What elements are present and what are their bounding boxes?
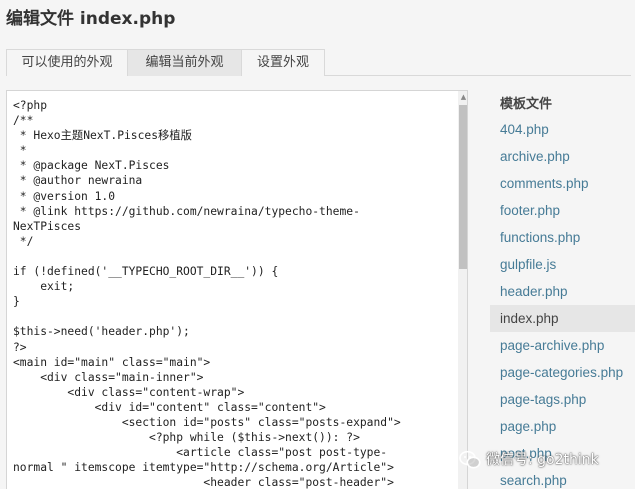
code-line: * @author newraina xyxy=(13,174,143,188)
code-line: <div class="content-wrap"> xyxy=(13,385,245,399)
code-line: ?> xyxy=(13,340,27,354)
code-line: exit; xyxy=(13,280,75,294)
template-files-sidebar: 模板文件 404.php archive.php comments.php foote… xyxy=(490,87,635,489)
code-line: */ xyxy=(13,234,34,248)
file-item-header-php[interactable]: header.php xyxy=(490,278,635,305)
file-item-page-php[interactable]: page.php xyxy=(490,413,635,440)
file-item-footer-php[interactable]: footer.php xyxy=(490,197,635,224)
file-item-functions-php[interactable]: functions.php xyxy=(490,224,635,251)
code-line: <section id="posts" class="posts-expand"… xyxy=(13,415,401,429)
code-line: <div class="main-inner"> xyxy=(13,370,204,384)
scroll-thumb[interactable] xyxy=(459,105,467,269)
theme-tabs: 可以使用的外观 编辑当前外观 设置外观 xyxy=(6,49,631,76)
file-item-archive-php[interactable]: archive.php xyxy=(490,143,635,170)
code-line: $this->need('header.php'); xyxy=(13,325,190,339)
code-editor[interactable]: <?php /** * Hexo主题NexT.Pisces移植版 * * @pac… xyxy=(6,90,468,489)
file-item-page-archive-php[interactable]: page-archive.php xyxy=(490,332,635,359)
code-line: } xyxy=(13,295,20,309)
code-line: <?php xyxy=(13,99,48,112)
code-line: normal " itemscope itemtype="http://sche… xyxy=(13,461,394,475)
file-item-page-categories-php[interactable]: page-categories.php xyxy=(490,359,635,386)
code-line: * @link https://github.com/newraina/type… xyxy=(13,204,360,218)
code-line: <?php while ($this->next()): ?> xyxy=(13,431,360,445)
tab-theme-settings[interactable]: 设置外观 xyxy=(241,49,325,76)
editor-scrollbar[interactable]: ▲ xyxy=(458,91,467,489)
code-line: NexTPisces xyxy=(13,219,82,233)
code-line: /** xyxy=(13,114,34,128)
wechat-icon xyxy=(459,450,481,469)
code-line: <div id="content" class="content"> xyxy=(13,400,326,414)
code-line: <main id="main" class="main"> xyxy=(13,355,211,369)
tab-available-themes[interactable]: 可以使用的外观 xyxy=(6,49,128,76)
file-item-comments-php[interactable]: comments.php xyxy=(490,170,635,197)
code-line: * Hexo主题NexT.Pisces移植版 xyxy=(13,129,192,143)
watermark-text: 微信号: go2think xyxy=(486,452,599,468)
code-line: if (!defined('__TYPECHO_ROOT_DIR__')) { xyxy=(13,265,279,279)
code-line: * @version 1.0 xyxy=(13,189,116,203)
sidebar-heading: 模板文件 xyxy=(500,97,553,112)
file-item-index-php[interactable]: index.php xyxy=(490,305,635,332)
code-line: <article class="post post-type- xyxy=(13,446,388,460)
theme-editor-page: 编辑文件 index.php 可以使用的外观 编辑当前外观 设置外观 <?php… xyxy=(0,0,635,489)
code-line: * @package NexT.Pisces xyxy=(13,159,170,173)
scroll-up-arrow-icon[interactable]: ▲ xyxy=(458,91,467,102)
code-line: <header class="post-header"> xyxy=(13,476,394,489)
code-line: * xyxy=(13,144,27,158)
file-item-gulpfile-js[interactable]: gulpfile.js xyxy=(490,251,635,278)
file-item-404-php[interactable]: 404.php xyxy=(490,116,635,143)
page-title: 编辑文件 index.php xyxy=(6,9,176,29)
file-item-page-tags-php[interactable]: page-tags.php xyxy=(490,386,635,413)
template-file-list: 404.php archive.php comments.php footer.php… xyxy=(490,116,635,489)
tab-edit-current-theme[interactable]: 编辑当前外观 xyxy=(127,49,242,76)
code-content[interactable]: <?php /** * Hexo主题NexT.Pisces移植版 * * @pac… xyxy=(13,98,453,489)
